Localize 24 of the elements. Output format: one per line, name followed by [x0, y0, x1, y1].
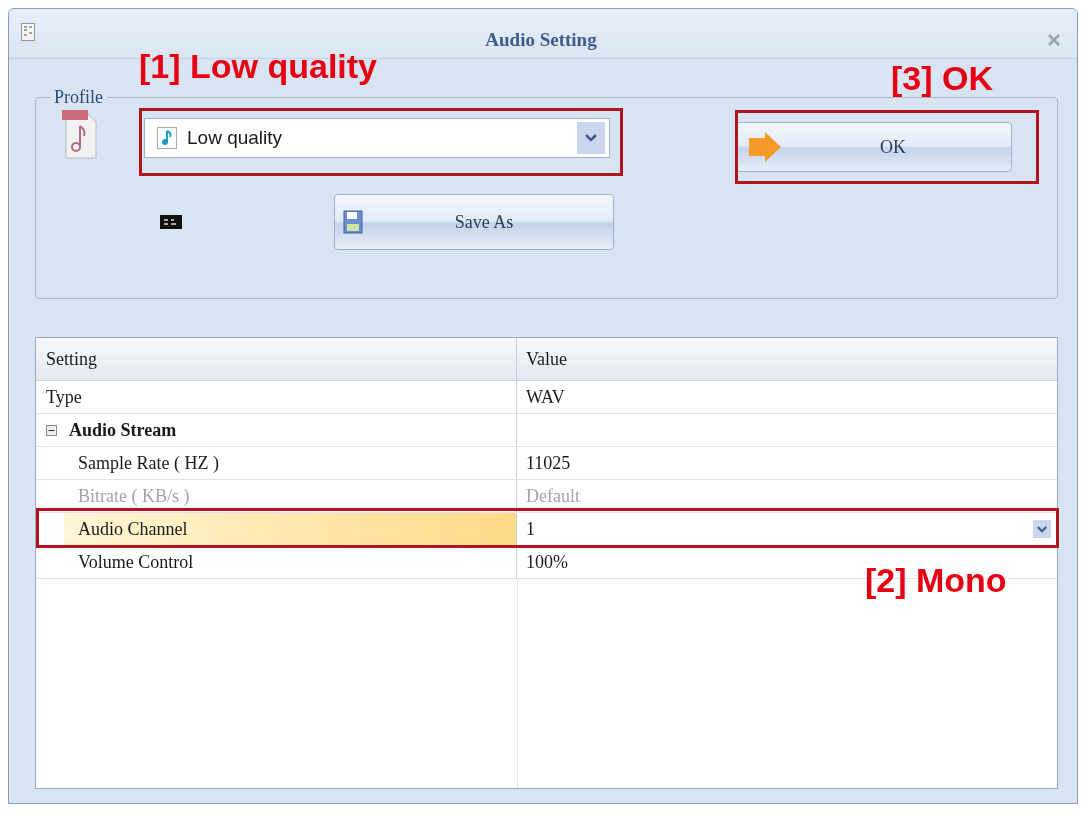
- window-title: Audio Setting: [484, 29, 598, 51]
- music-note-icon: [157, 127, 177, 149]
- save-as-button[interactable]: Save As: [334, 194, 614, 250]
- setting-cell: Sample Rate ( HZ ): [36, 447, 517, 479]
- value-cell-text: 100%: [525, 550, 569, 574]
- annotation-label: [2] Mono: [865, 561, 1007, 600]
- setting-cell: Volume Control: [36, 546, 517, 578]
- collapse-icon[interactable]: [46, 424, 57, 436]
- annotation-label: [3] OK: [891, 59, 993, 98]
- group-label: Profile: [53, 87, 104, 108]
- value-cell-text: 1: [525, 517, 536, 541]
- column-header: Value: [525, 347, 568, 371]
- group-name: Audio Stream: [69, 419, 177, 441]
- setting-cell: Type: [36, 381, 517, 413]
- column-header: Setting: [36, 338, 517, 380]
- app-icon: [21, 23, 35, 41]
- console-icon: [160, 215, 182, 229]
- setting-cell: Bitrate ( KB/s ): [36, 480, 517, 512]
- annotation-label: [1] Low quality: [139, 47, 377, 86]
- value-cell-text: 11025: [525, 451, 572, 475]
- profile-dropdown[interactable]: Low quality: [144, 118, 610, 158]
- value-cell-text: Default: [525, 484, 581, 508]
- ok-button[interactable]: OK: [736, 122, 1012, 172]
- value-cell-text: WAV: [525, 385, 566, 409]
